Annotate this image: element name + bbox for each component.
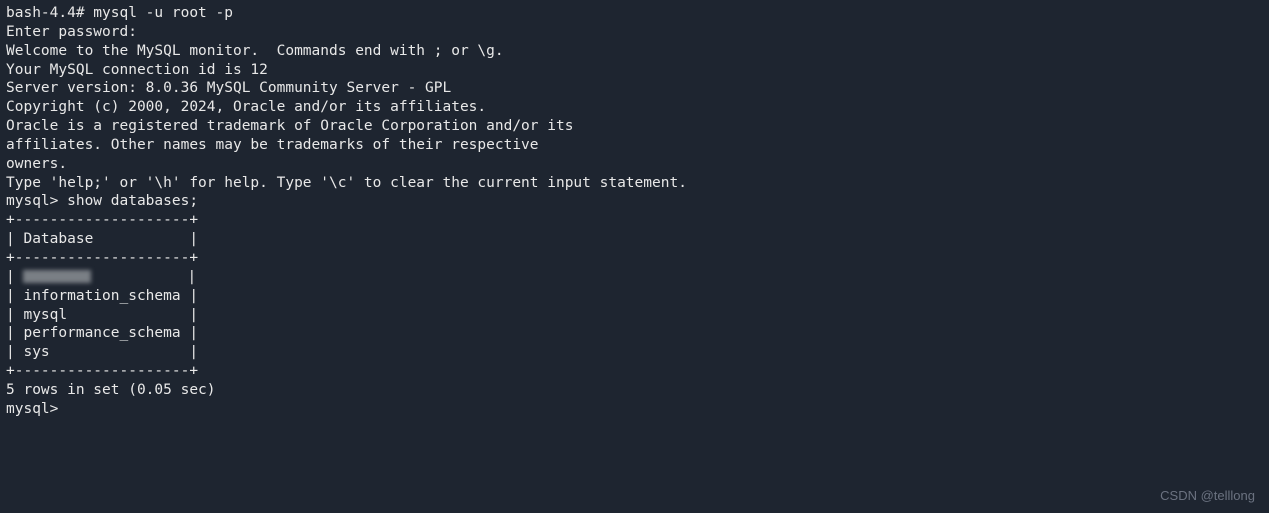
terminal-output[interactable]: bash-4.4# mysql -u root -p Enter passwor… [6,4,1263,419]
terminal-line: Server version: 8.0.36 MySQL Community S… [6,79,1263,98]
table-border: +--------------------+ [6,249,1263,268]
terminal-line: Oracle is a registered trademark of Orac… [6,117,1263,136]
terminal-line: Your MySQL connection id is 12 [6,61,1263,80]
terminal-line: Type 'help;' or '\h' for help. Type '\c'… [6,174,1263,193]
terminal-line: owners. [6,155,1263,174]
table-row: | mysql | [6,306,1263,325]
table-row: | performance_schema | [6,324,1263,343]
terminal-line: bash-4.4# mysql -u root -p [6,4,1263,23]
terminal-line: Welcome to the MySQL monitor. Commands e… [6,42,1263,61]
result-summary: 5 rows in set (0.05 sec) [6,381,1263,400]
table-row-blurred: | xxxxxxx | [6,268,1263,287]
table-row: | information_schema | [6,287,1263,306]
terminal-line: Copyright (c) 2000, 2024, Oracle and/or … [6,98,1263,117]
table-border: +--------------------+ [6,362,1263,381]
redacted-database-name: xxxxxxx [23,270,91,283]
terminal-line: Enter password: [6,23,1263,42]
terminal-line: mysql> show databases; [6,192,1263,211]
row-prefix: | [6,268,23,287]
mysql-prompt: mysql> [6,400,1263,419]
table-border: +--------------------+ [6,211,1263,230]
table-row: | sys | [6,343,1263,362]
terminal-line: affiliates. Other names may be trademark… [6,136,1263,155]
row-suffix: | [91,268,196,287]
table-header: | Database | [6,230,1263,249]
watermark: CSDN @telllong [1160,488,1255,505]
